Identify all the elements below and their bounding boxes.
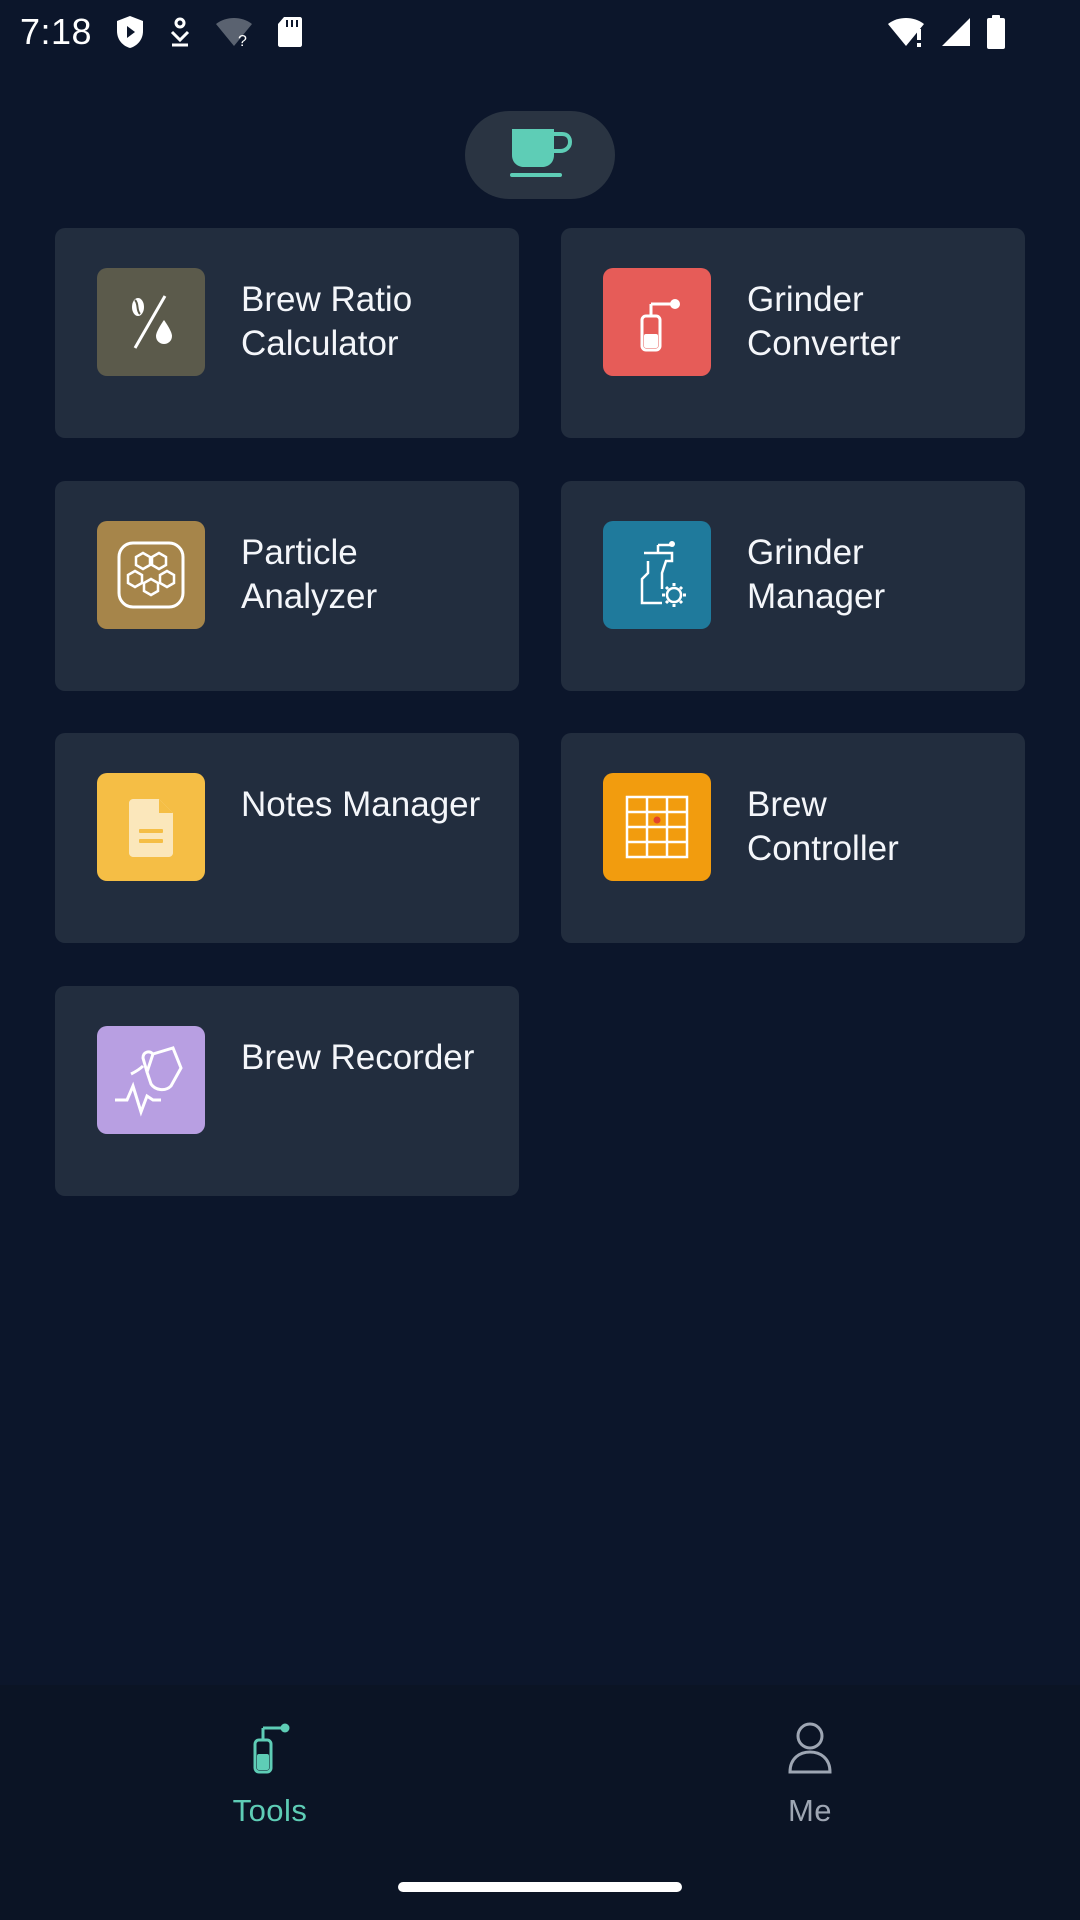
- tool-label: Brew Recorder: [241, 1038, 475, 1077]
- status-bar: 7:18 ?: [0, 0, 1080, 64]
- download-person-icon: [168, 16, 192, 48]
- document-icon: [97, 773, 205, 881]
- shield-play-icon: [114, 14, 146, 50]
- tool-label: Grinder Converter: [747, 280, 901, 363]
- tool-label: Brew Controller: [747, 785, 899, 868]
- coffee-cup-icon: [504, 125, 576, 186]
- nav-item-tools[interactable]: Tools: [120, 1720, 420, 1850]
- hexagon-particles-icon: [97, 521, 205, 629]
- wifi-question-icon: ?: [214, 16, 254, 48]
- tool-card-brew-ratio-calculator[interactable]: Brew Ratio Calculator: [55, 228, 519, 438]
- tool-card-grinder-manager[interactable]: Grinder Manager: [561, 481, 1025, 691]
- status-time: 7:18: [20, 11, 93, 52]
- tool-label: Particle Analyzer: [241, 533, 378, 616]
- tool-label: Grinder Manager: [747, 533, 886, 616]
- svg-text:?: ?: [238, 33, 247, 48]
- home-indicator[interactable]: [398, 1882, 682, 1892]
- tool-card-brew-recorder[interactable]: Brew Recorder: [55, 986, 519, 1196]
- status-right: [886, 15, 1060, 49]
- percent-drop-icon: [97, 268, 205, 376]
- sd-card-icon: [276, 15, 304, 49]
- grid-icon: [603, 773, 711, 881]
- grinder-icon: [603, 268, 711, 376]
- grinder-gear-icon: [603, 521, 711, 629]
- tool-label: Notes Manager: [241, 785, 481, 824]
- signal-icon: [940, 16, 972, 48]
- status-left: 7:18 ?: [20, 11, 304, 53]
- wifi-alert-icon: [886, 16, 926, 48]
- tool-label: Brew Ratio Calculator: [241, 280, 413, 363]
- tool-card-particle-analyzer[interactable]: Particle Analyzer: [55, 481, 519, 691]
- app-header-pill[interactable]: [465, 111, 615, 199]
- pour-pulse-icon: [97, 1026, 205, 1134]
- tool-card-brew-controller[interactable]: Brew Controller: [561, 733, 1025, 943]
- nav-item-me[interactable]: Me: [660, 1720, 960, 1850]
- battery-icon: [986, 15, 1006, 49]
- tool-card-notes-manager[interactable]: Notes Manager: [55, 733, 519, 943]
- grinder-tool-icon: [245, 1720, 295, 1781]
- nav-label-tools: Tools: [232, 1793, 308, 1828]
- nav-label-me: Me: [787, 1793, 833, 1828]
- tool-card-grinder-converter[interactable]: Grinder Converter: [561, 228, 1025, 438]
- person-icon: [785, 1720, 835, 1781]
